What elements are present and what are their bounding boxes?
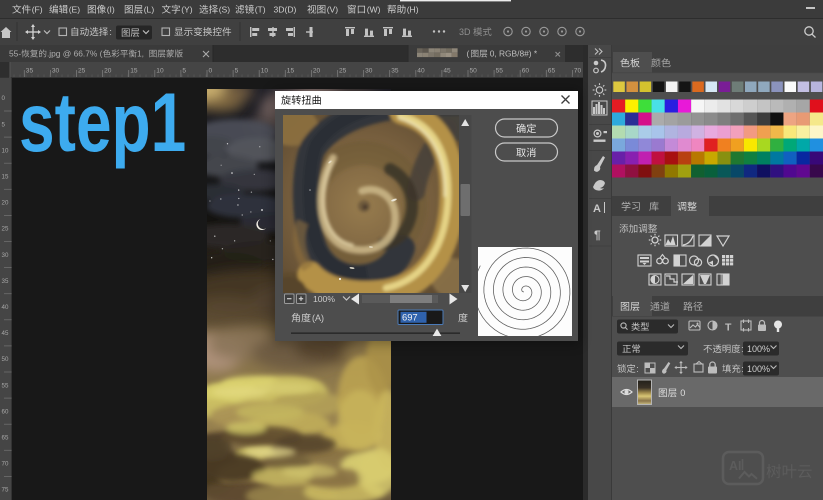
svg-text:(S): (S) (219, 5, 231, 15)
svg-text:55-: 55- (9, 49, 21, 59)
svg-text:0, RGB/8#) *: 0, RGB/8#) * (490, 49, 538, 59)
svg-text:40: 40 (417, 68, 425, 75)
svg-text:.jpg @ 66.7% (: .jpg @ 66.7% ( (47, 49, 103, 59)
svg-text:70: 70 (574, 68, 582, 75)
svg-text:T: T (725, 322, 732, 334)
svg-text:30: 30 (2, 252, 9, 259)
svg-text:70: 70 (2, 461, 9, 468)
svg-text:30: 30 (365, 68, 373, 75)
svg-text:15: 15 (130, 68, 138, 75)
svg-text:0: 0 (2, 95, 6, 102)
svg-text:3D(D): 3D(D) (274, 5, 297, 15)
svg-text:(F): (F) (32, 5, 43, 15)
svg-text:(H): (H) (407, 5, 419, 15)
svg-text:(E): (E) (69, 5, 81, 15)
svg-text:1,: 1, (137, 49, 144, 59)
svg-text:(A): (A) (312, 313, 324, 323)
svg-text:100%: 100% (747, 344, 770, 354)
svg-text:40: 40 (2, 304, 9, 311)
svg-text:20: 20 (313, 68, 321, 75)
svg-text:35: 35 (2, 278, 9, 285)
svg-text:(W): (W) (367, 5, 381, 15)
svg-text:25: 25 (2, 226, 9, 233)
svg-text:50: 50 (2, 356, 9, 363)
svg-text:20: 20 (2, 200, 9, 207)
svg-text:10: 10 (2, 147, 9, 154)
svg-text::: : (636, 364, 639, 374)
svg-text:5: 5 (235, 68, 239, 75)
svg-text:(I): (I) (107, 5, 115, 15)
svg-text:100%: 100% (313, 294, 335, 304)
svg-text:(Y): (Y) (181, 5, 193, 15)
svg-text:0: 0 (680, 388, 685, 398)
svg-text:(L): (L) (144, 5, 155, 15)
svg-text:(T): (T) (255, 5, 266, 15)
svg-text:65: 65 (548, 68, 556, 75)
svg-text:(: ( (467, 49, 470, 59)
svg-text:AI: AI (729, 459, 742, 473)
svg-text:15: 15 (287, 68, 295, 75)
svg-text:(V): (V) (327, 5, 339, 15)
svg-text:55: 55 (2, 382, 9, 389)
svg-text:60: 60 (2, 408, 9, 415)
svg-text:697: 697 (402, 312, 418, 323)
svg-text:25: 25 (339, 68, 347, 75)
svg-text:10: 10 (261, 68, 269, 75)
svg-text:100%: 100% (747, 364, 770, 374)
svg-text:20: 20 (104, 68, 112, 75)
svg-text:10: 10 (156, 68, 164, 75)
svg-text:3D: 3D (459, 27, 471, 37)
svg-text:50: 50 (470, 68, 478, 75)
svg-text::: : (109, 27, 112, 37)
svg-text:step1: step1 (19, 76, 186, 169)
svg-text:25: 25 (78, 68, 86, 75)
svg-text:55: 55 (496, 68, 504, 75)
svg-text:5: 5 (182, 68, 186, 75)
svg-text:45: 45 (2, 330, 9, 337)
svg-text:45: 45 (443, 68, 451, 75)
svg-text:A: A (593, 203, 601, 215)
svg-text:65: 65 (2, 435, 9, 442)
svg-text:0: 0 (209, 68, 213, 75)
svg-text:75: 75 (2, 487, 9, 494)
svg-text:15: 15 (2, 174, 9, 181)
svg-text:30: 30 (52, 68, 60, 75)
svg-text:¶: ¶ (594, 228, 601, 242)
svg-text:5: 5 (2, 121, 6, 128)
svg-text:60: 60 (522, 68, 530, 75)
svg-text:35: 35 (391, 68, 399, 75)
svg-text:35: 35 (26, 68, 34, 75)
